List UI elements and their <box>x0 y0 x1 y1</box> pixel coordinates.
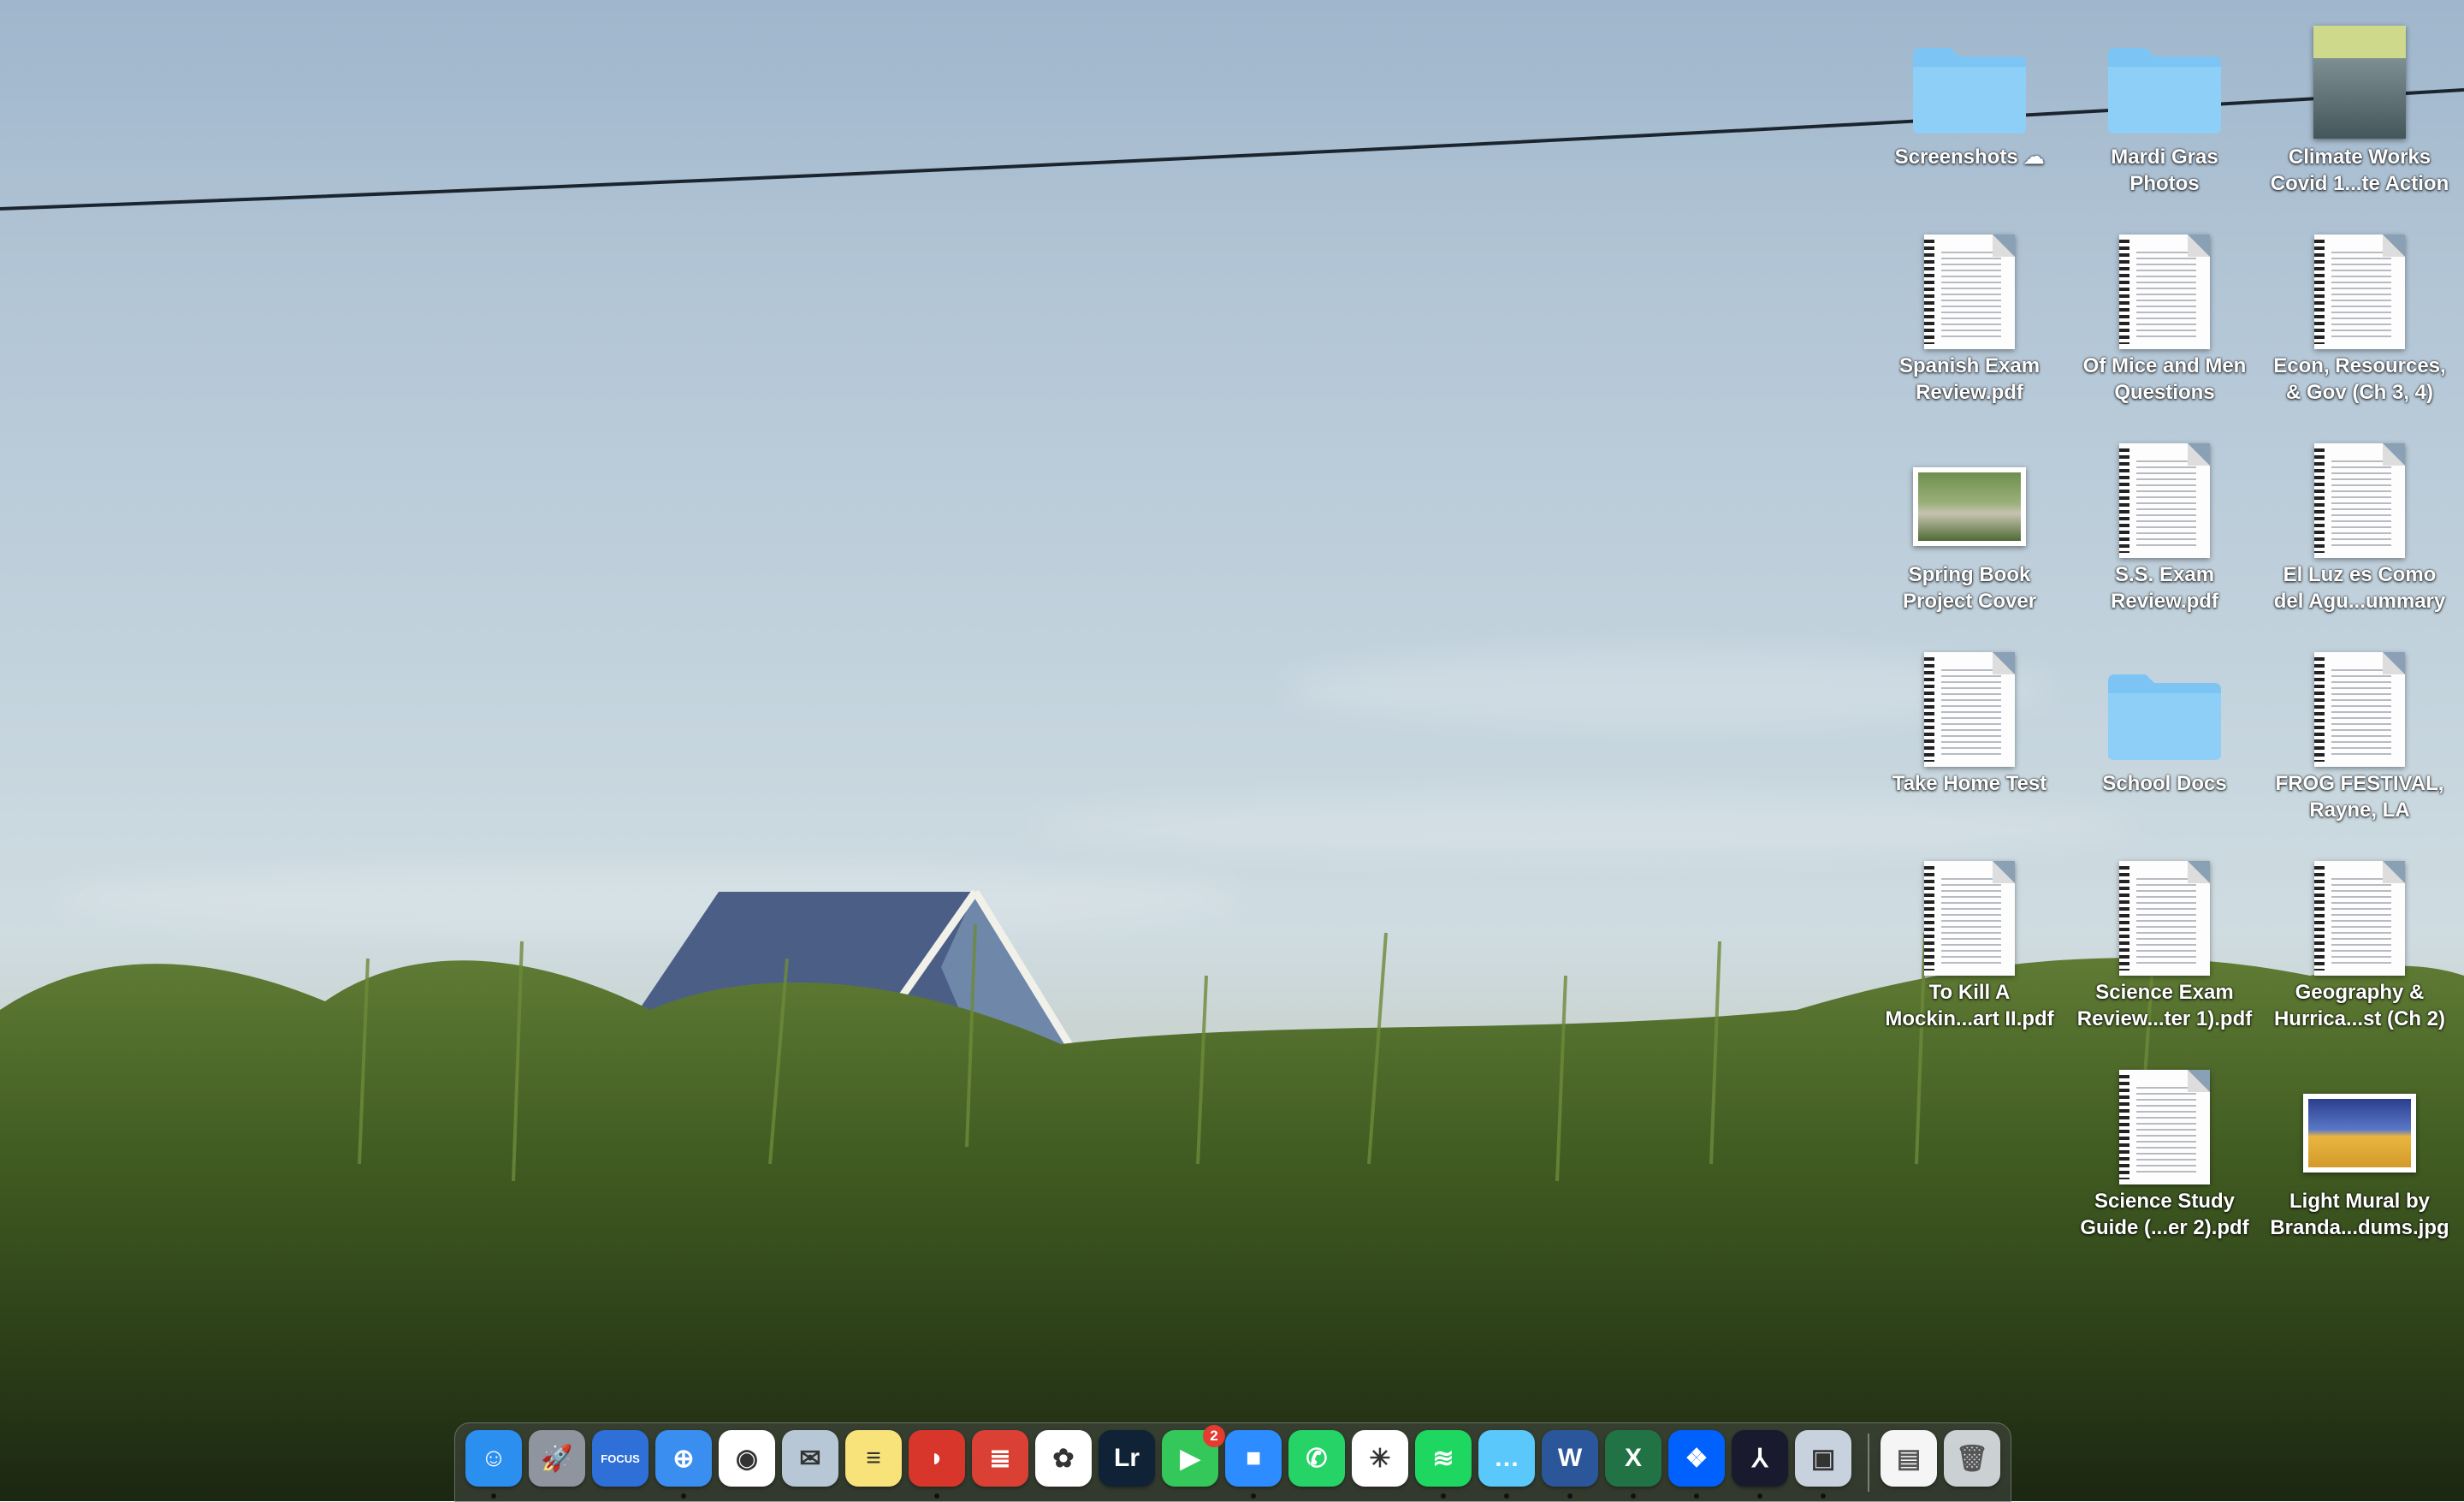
slack-icon[interactable]: ✳ <box>1352 1430 1408 1487</box>
desktop-icon-label: El Luz es Como del Agu...ummary <box>2273 563 2446 613</box>
running-indicator <box>1757 1493 1762 1499</box>
desktop-icon-document[interactable]: To Kill A Mockin...art II.pdf <box>1872 852 2067 1054</box>
pdf-document-icon <box>1924 861 2015 976</box>
desktop-icon-label: Take Home Test <box>1892 772 2047 795</box>
desktop-icon-label: Geography & Hurrica...st (Ch 2) <box>2273 981 2446 1030</box>
dock-separator <box>1868 1434 1869 1492</box>
pdf-document-icon <box>2314 443 2405 558</box>
desktop-icon-document[interactable]: Econ, Resources, & Gov (Ch 3, 4) <box>2262 226 2457 428</box>
desktop-icon-folder[interactable]: Mardi Gras Photos <box>2067 17 2262 219</box>
desktop-icon-document[interactable]: Of Mice and Men Questions <box>2067 226 2262 428</box>
running-indicator <box>681 1493 686 1499</box>
acrobat-icon[interactable]: ⅄ <box>1732 1430 1788 1487</box>
running-indicator <box>1251 1493 1256 1499</box>
desktop-icon-document[interactable]: Spanish Exam Review.pdf <box>1872 226 2067 428</box>
pdf-document-icon <box>1924 235 2015 349</box>
desktop-icon-folder[interactable]: Screenshots ☁ <box>1872 17 2067 219</box>
dock: ☺ 🚀 FOCUS ⊕ ◉ ✉ ≡ ◗ ≣ ✿ Lr ▶ 2 ■ ✆ ✳ ≋… W X ❖ ⅄ ▣ ▤ 🗑 <box>454 1422 2011 1502</box>
running-indicator <box>1694 1493 1699 1499</box>
running-indicator <box>1821 1493 1826 1499</box>
notes-icon[interactable]: ≡ <box>845 1430 902 1487</box>
desktop-icon-document[interactable]: Science Study Guide (...er 2).pdf <box>2067 1061 2262 1263</box>
focus-icon[interactable]: FOCUS <box>592 1430 649 1487</box>
pdf-document-icon <box>2314 235 2405 349</box>
desktop-icon-document[interactable]: El Luz es Como del Agu...ummary <box>2262 435 2457 637</box>
trash-icon[interactable]: 🗑 <box>1944 1430 2000 1487</box>
desktop-icon-document[interactable]: S.S. Exam Review.pdf <box>2067 435 2262 637</box>
running-indicator <box>1504 1493 1509 1499</box>
messages-icon[interactable]: … <box>1478 1430 1535 1487</box>
zoom-icon[interactable]: ■ <box>1225 1430 1282 1487</box>
pdf-document-icon <box>2314 861 2405 976</box>
desktop-icon-label: Spanish Exam Review.pdf <box>1898 354 2040 404</box>
pdf-document-icon <box>1924 652 2015 767</box>
bear-icon[interactable]: ◗ <box>909 1430 965 1487</box>
facetime-icon[interactable]: ▶ 2 <box>1162 1425 1225 1487</box>
running-indicator <box>1631 1493 1636 1499</box>
desktop-icon-label: Mardi Gras Photos <box>2111 145 2218 195</box>
chrome-icon[interactable]: ◉ <box>719 1430 775 1487</box>
excel-icon[interactable]: X <box>1605 1430 1661 1487</box>
desktop-icon-document[interactable]: Take Home Test <box>1872 644 2067 846</box>
pdf-document-icon <box>2314 652 2405 767</box>
document-cover-icon <box>2313 26 2406 139</box>
notification-badge: 2 <box>1203 1425 1225 1447</box>
stamp-icon[interactable]: ✉ <box>782 1430 838 1487</box>
rocket-icon[interactable]: 🚀 <box>529 1430 585 1487</box>
finder-icon[interactable]: ☺ <box>465 1430 522 1487</box>
word-icon[interactable]: W <box>1542 1430 1598 1487</box>
running-indicator <box>1567 1493 1573 1499</box>
pdf-document-icon <box>2119 443 2210 558</box>
desktop-icon-label: Science Study Guide (...er 2).pdf <box>2080 1190 2249 1239</box>
folder-icon <box>2108 48 2221 134</box>
desktop-icon-label: Climate Works Covid 1...te Action <box>2270 145 2449 195</box>
desktop-icon-label: S.S. Exam Review.pdf <box>2111 563 2218 613</box>
desktop-icon-cover[interactable]: Climate Works Covid 1...te Action <box>2262 17 2457 219</box>
desktop-icon-photo[interactable]: Spring Book Project Cover <box>1872 435 2067 637</box>
desktop-icon-document[interactable]: Science Exam Review...ter 1).pdf <box>2067 852 2262 1054</box>
desktop-icon-label: Light Mural by Branda...dums.jpg <box>2270 1190 2449 1239</box>
folder-icon <box>1913 48 2026 134</box>
pdf-document-icon <box>2119 1070 2210 1184</box>
photos-icon[interactable]: ✿ <box>1035 1430 1092 1487</box>
pdf-document-icon <box>2119 235 2210 349</box>
running-indicator <box>1441 1493 1446 1499</box>
spotify-icon[interactable]: ≋ <box>1415 1430 1472 1487</box>
dropbox-icon[interactable]: ❖ <box>1668 1430 1725 1487</box>
desktop-icon-label: School Docs <box>2102 772 2227 795</box>
desktop-icons: Screenshots ☁ Mardi Gras Photos Climate Wo… <box>0 0 2464 1501</box>
desktop-icon-document[interactable]: Geography & Hurrica...st (Ch 2) <box>2262 852 2457 1054</box>
desktop-icon-label: FROG FESTIVAL, Rayne, LA <box>2275 772 2444 822</box>
desktop-icon-label: Screenshots ☁ <box>1894 145 2045 169</box>
preview-icon[interactable]: ▣ <box>1795 1430 1851 1487</box>
desktop-icon-label: Science Exam Review...ter 1).pdf <box>2076 981 2253 1030</box>
todoist-icon[interactable]: ≣ <box>972 1430 1028 1487</box>
lightroom-icon[interactable]: Lr <box>1099 1430 1155 1487</box>
desktop-icon-folder[interactable]: School Docs <box>2067 644 2262 846</box>
folder-icon <box>2108 674 2221 760</box>
running-indicator <box>934 1493 939 1499</box>
desktop-icon-label: To Kill A Mockin...art II.pdf <box>1885 981 2054 1030</box>
compass-icon[interactable]: ⊕ <box>655 1430 712 1487</box>
image-thumbnail-icon <box>2303 1094 2416 1173</box>
desktop-icon-document[interactable]: FROG FESTIVAL, Rayne, LA <box>2262 644 2457 846</box>
image-thumbnail-icon <box>1913 467 2026 546</box>
document-icon[interactable]: ▤ <box>1881 1430 1937 1487</box>
pdf-document-icon <box>2119 861 2210 976</box>
whatsapp-icon[interactable]: ✆ <box>1288 1430 1345 1487</box>
desktop-icon-label: Econ, Resources, & Gov (Ch 3, 4) <box>2273 354 2446 404</box>
desktop-icon-label: Spring Book Project Cover <box>1902 563 2037 613</box>
running-indicator <box>491 1493 496 1499</box>
desktop-icon-label: Of Mice and Men Questions <box>2082 354 2247 404</box>
desktop-icon-photo[interactable]: Light Mural by Branda...dums.jpg <box>2262 1061 2457 1263</box>
